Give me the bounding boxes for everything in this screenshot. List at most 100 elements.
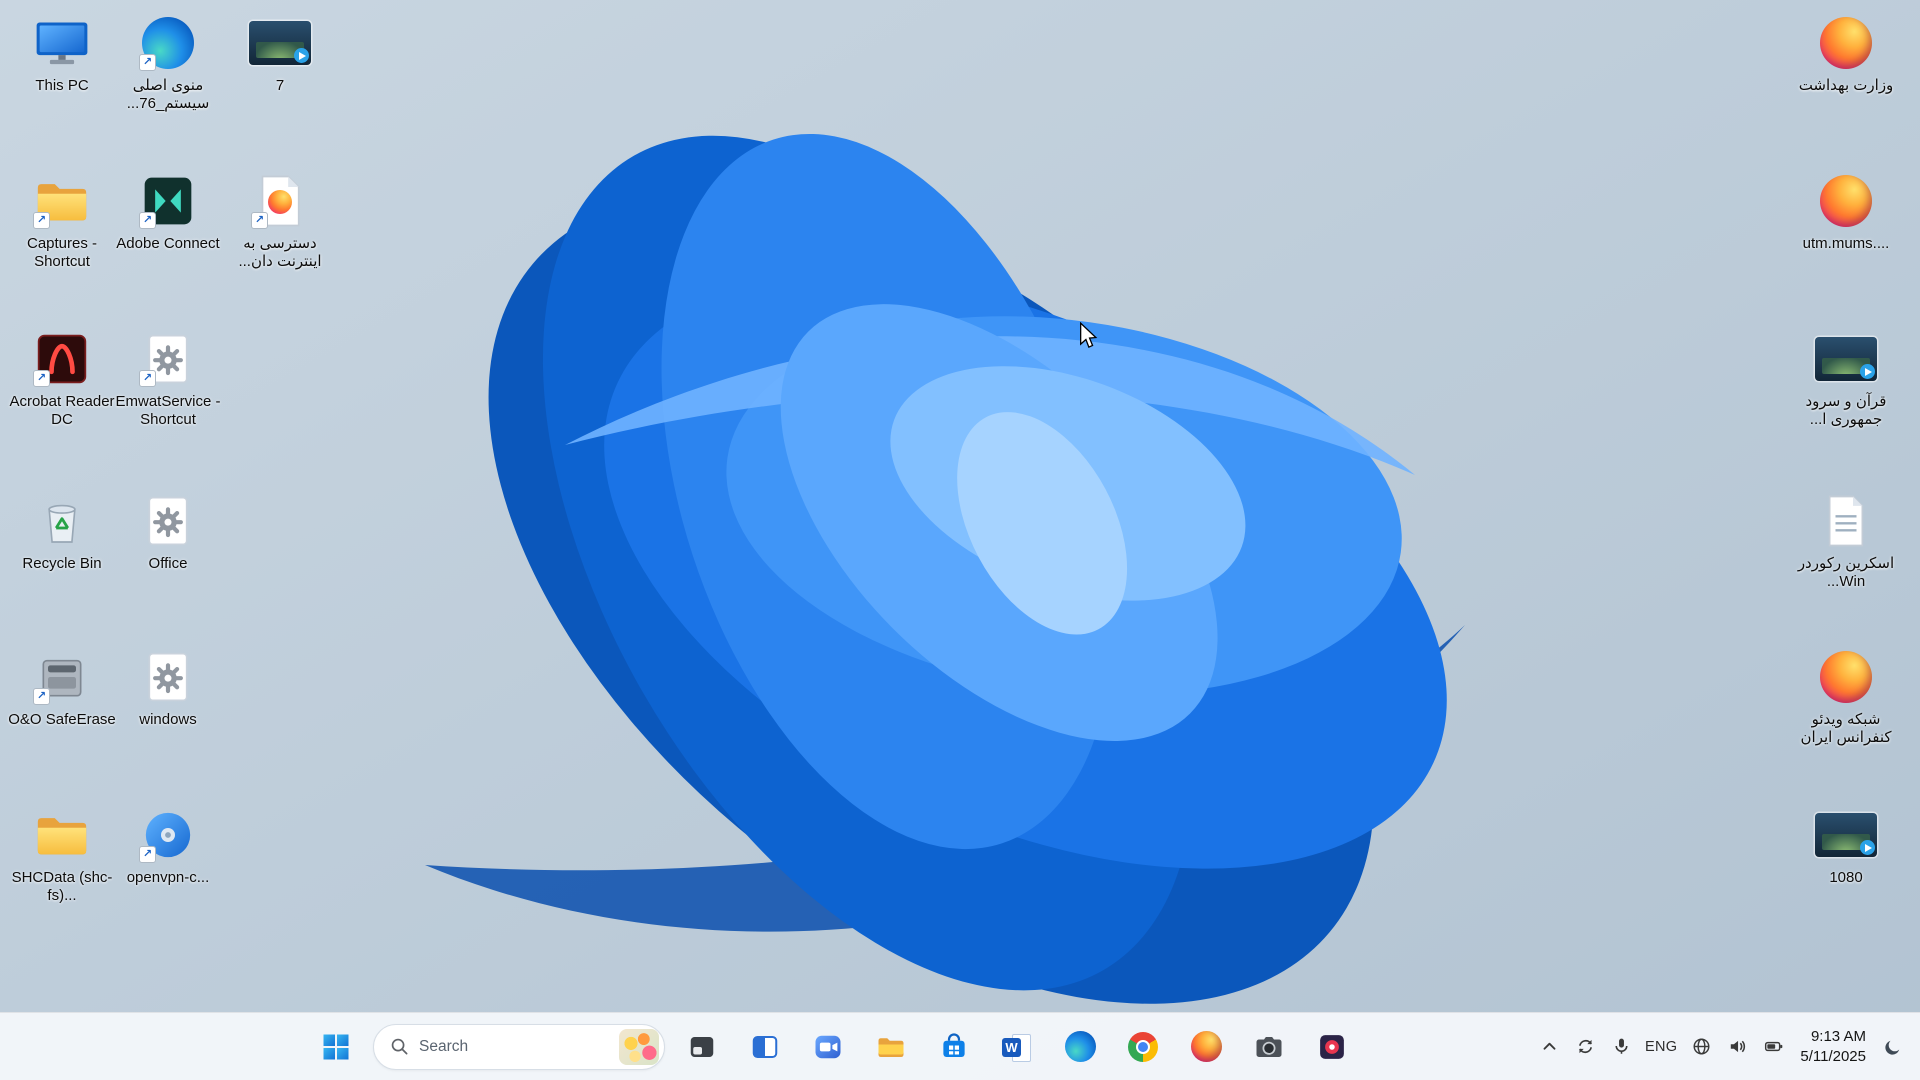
desktop-icon-video-conference[interactable]: شبکه ویدئو کنفرانس ایران bbox=[1792, 648, 1900, 748]
folder-icon bbox=[27, 806, 97, 864]
taskbar-firefox[interactable] bbox=[1180, 1021, 1232, 1073]
icon-label: O&O SafeErase bbox=[8, 711, 116, 728]
system-tray: ENG 9:13 AM 5/11/2025 bbox=[1532, 1013, 1920, 1080]
desktop-icon-recycle-bin[interactable]: Recycle Bin bbox=[8, 492, 116, 573]
edge-icon bbox=[133, 14, 203, 72]
app-window-icon bbox=[690, 1036, 714, 1057]
search-highlight-image[interactable] bbox=[619, 1028, 659, 1065]
taskbar-chrome[interactable] bbox=[1117, 1021, 1169, 1073]
desktop-icon-captures[interactable]: Captures - Shortcut bbox=[8, 172, 116, 272]
clock-date: 5/11/2025 bbox=[1800, 1047, 1866, 1065]
taskbar: Search W ENG 9:13 AM 5/11/2025 bbox=[0, 1012, 1920, 1080]
taskbar-video-chat[interactable] bbox=[802, 1021, 854, 1073]
icon-label: SHCData (shc-fs)... bbox=[11, 869, 113, 905]
taskbar-clock[interactable]: 9:13 AM 5/11/2025 bbox=[1792, 1027, 1874, 1066]
taskbar-file-explorer[interactable] bbox=[865, 1021, 917, 1073]
acrobat-icon bbox=[27, 330, 97, 388]
windows-logo-icon bbox=[323, 1034, 349, 1059]
desktop-icon-emwatservice[interactable]: EmwatService - Shortcut bbox=[114, 330, 222, 430]
shredder-icon bbox=[27, 648, 97, 706]
gear-file-icon bbox=[133, 330, 203, 388]
microphone-icon bbox=[1615, 1038, 1628, 1054]
chrome-icon bbox=[1128, 1031, 1158, 1062]
tray-moon-button[interactable] bbox=[1876, 1024, 1910, 1070]
icon-label: openvpn-c... bbox=[126, 869, 210, 886]
video-thumbnail-icon bbox=[245, 14, 315, 72]
shortcut-arrow-icon bbox=[33, 212, 50, 229]
play-icon bbox=[1860, 364, 1875, 379]
edge-icon bbox=[1064, 1031, 1096, 1062]
desktop-icon-1080[interactable]: 1080 bbox=[1792, 806, 1900, 887]
icon-label: Adobe Connect bbox=[116, 235, 220, 252]
firefox-icon bbox=[1811, 14, 1881, 72]
tray-globe-button[interactable] bbox=[1684, 1024, 1718, 1070]
firefox-document-icon bbox=[245, 172, 315, 230]
video-chat-icon bbox=[815, 1035, 841, 1058]
desktop-icon-edge-shortcut[interactable]: منوی اصلی سیستم_76... bbox=[114, 14, 222, 114]
shortcut-arrow-icon bbox=[251, 212, 268, 229]
desktop-icon-this-pc[interactable]: This PC bbox=[8, 14, 116, 95]
search-box[interactable]: Search bbox=[373, 1023, 665, 1070]
start-button[interactable] bbox=[310, 1021, 362, 1073]
icon-label: اسکرین رکوردر Win... bbox=[1797, 555, 1895, 591]
taskbar-apps: Search bbox=[310, 1021, 1358, 1073]
icon-label: Recycle Bin bbox=[22, 555, 102, 572]
play-icon bbox=[294, 48, 309, 63]
camera-icon bbox=[1256, 1036, 1282, 1057]
shortcut-arrow-icon bbox=[139, 846, 156, 863]
tray-sync-button[interactable] bbox=[1568, 1024, 1602, 1070]
desktop-icon-windows[interactable]: windows bbox=[114, 648, 222, 729]
icon-label: This PC bbox=[35, 77, 89, 94]
tray-microphone-button[interactable] bbox=[1604, 1024, 1638, 1070]
desktop-icon-utm-mums[interactable]: utm.mums.... bbox=[1792, 172, 1900, 253]
taskbar-camera[interactable] bbox=[1243, 1021, 1295, 1073]
video-thumbnail-icon bbox=[1811, 330, 1881, 388]
split-view-icon bbox=[752, 1035, 778, 1058]
desktop[interactable]: This PC منوی اصلی سیستم_76... 7 Captures… bbox=[0, 0, 1920, 1080]
icon-label: منوی اصلی سیستم_76... bbox=[126, 77, 210, 113]
video-thumbnail-icon bbox=[1811, 806, 1881, 864]
desktop-icon-vezarat-behdasht[interactable]: وزارت بهداشت bbox=[1792, 14, 1900, 95]
search-icon bbox=[391, 1038, 408, 1055]
desktop-icon-adobe-connect[interactable]: Adobe Connect bbox=[114, 172, 222, 253]
tray-battery-button[interactable] bbox=[1756, 1024, 1790, 1070]
desktop-icon-shcdata[interactable]: SHCData (shc-fs)... bbox=[8, 806, 116, 906]
icon-label: Captures - Shortcut bbox=[26, 235, 98, 271]
icon-label: windows bbox=[139, 711, 197, 728]
shortcut-arrow-icon bbox=[139, 54, 156, 71]
play-icon bbox=[1860, 840, 1875, 855]
wallpaper-bloom bbox=[0, 0, 1920, 1080]
shortcut-arrow-icon bbox=[33, 688, 50, 705]
icon-label: Acrobat Reader DC bbox=[9, 393, 115, 429]
desktop-icon-video-7[interactable]: 7 bbox=[226, 14, 334, 95]
shortcut-arrow-icon bbox=[139, 212, 156, 229]
taskbar-edge[interactable] bbox=[1054, 1021, 1106, 1073]
icon-label: 7 bbox=[275, 77, 285, 94]
desktop-icon-internet-access[interactable]: دسترسی به اینترنت دان... bbox=[226, 172, 334, 272]
desktop-icon-quran-video[interactable]: قرآن و سرود جمهوری ا... bbox=[1792, 330, 1900, 430]
tray-language-button[interactable]: ENG bbox=[1640, 1024, 1682, 1070]
taskbar-word[interactable] bbox=[991, 1021, 1043, 1073]
taskbar-split-view[interactable] bbox=[739, 1021, 791, 1073]
taskbar-app-window[interactable] bbox=[676, 1021, 728, 1073]
desktop-icon-office[interactable]: Office bbox=[114, 492, 222, 573]
icon-label: وزارت بهداشت bbox=[1798, 77, 1894, 94]
file-explorer-icon bbox=[878, 1037, 904, 1057]
desktop-icon-acrobat-reader[interactable]: Acrobat Reader DC bbox=[8, 330, 116, 430]
taskbar-screen-recorder[interactable] bbox=[1306, 1021, 1358, 1073]
desktop-icon-oo-safeerase[interactable]: O&O SafeErase bbox=[8, 648, 116, 729]
clock-time: 9:13 AM bbox=[1810, 1028, 1866, 1045]
tray-speaker-button[interactable] bbox=[1720, 1024, 1754, 1070]
tray-chevron-button[interactable] bbox=[1532, 1024, 1566, 1070]
desktop-icon-screen-recorder-doc[interactable]: اسکرین رکوردر Win... bbox=[1792, 492, 1900, 592]
moon-icon bbox=[1885, 1040, 1900, 1055]
gear-file-icon bbox=[133, 492, 203, 550]
taskbar-store[interactable] bbox=[928, 1021, 980, 1073]
recycle-bin-icon bbox=[27, 492, 97, 550]
icon-label: Office bbox=[148, 555, 188, 572]
icon-label: utm.mums.... bbox=[1802, 235, 1890, 252]
chevron-up-icon bbox=[1543, 1042, 1556, 1050]
desktop-icon-openvpn[interactable]: openvpn-c... bbox=[114, 806, 222, 887]
search-label: Search bbox=[419, 1037, 469, 1055]
firefox-icon bbox=[1190, 1031, 1222, 1062]
